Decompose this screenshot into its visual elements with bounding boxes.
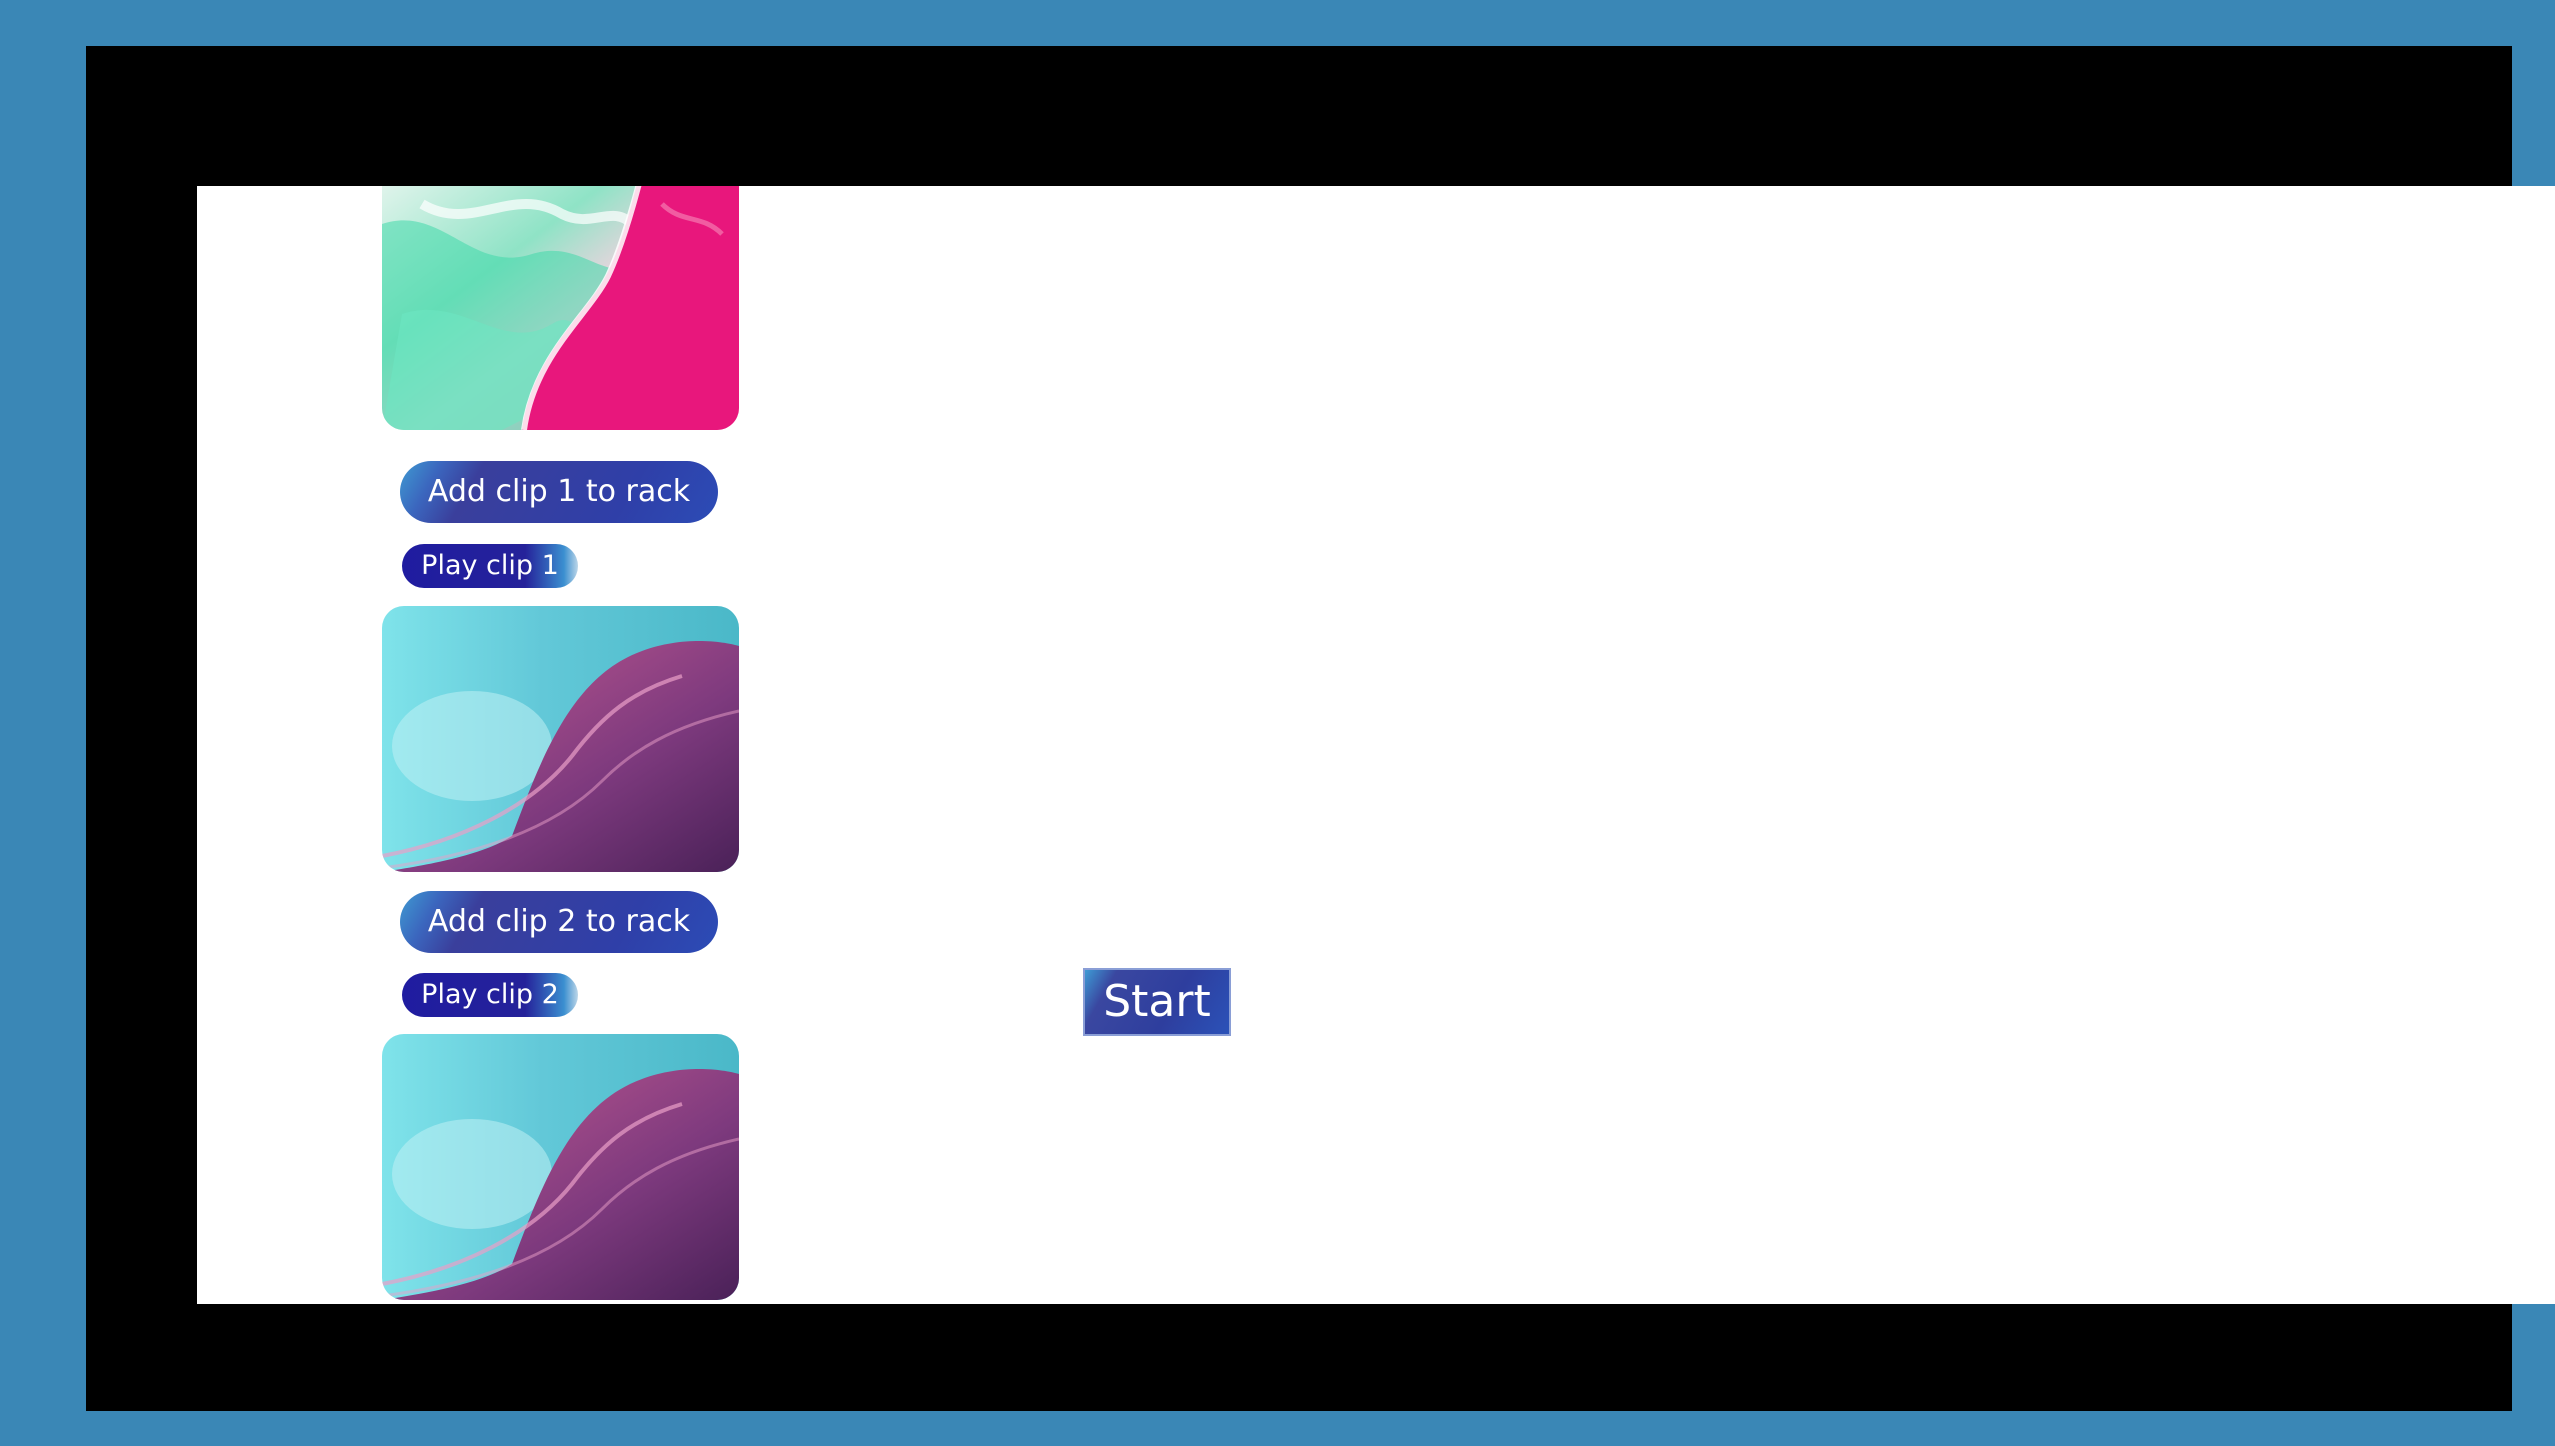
clip-1-thumbnail[interactable] xyxy=(382,186,739,430)
play-clip-1-button[interactable]: Play clip 1 xyxy=(402,544,578,588)
wave-image-icon xyxy=(382,1034,739,1300)
clip-2-thumbnail[interactable] xyxy=(382,606,739,872)
add-clip-2-button[interactable]: Add clip 2 to rack xyxy=(400,891,718,953)
add-clip-1-button[interactable]: Add clip 1 to rack xyxy=(400,461,718,523)
clip-3-thumbnail[interactable] xyxy=(382,1034,739,1300)
marble-image-icon xyxy=(382,186,739,430)
start-button[interactable]: Start xyxy=(1083,968,1231,1036)
web-page: Add clip 1 to rack Play clip 1 Add clip … xyxy=(197,186,2555,1304)
wave-image-icon xyxy=(382,606,739,872)
play-clip-2-button[interactable]: Play clip 2 xyxy=(402,973,578,1017)
video-frame: Add clip 1 to rack Play clip 1 Add clip … xyxy=(86,46,2555,1411)
